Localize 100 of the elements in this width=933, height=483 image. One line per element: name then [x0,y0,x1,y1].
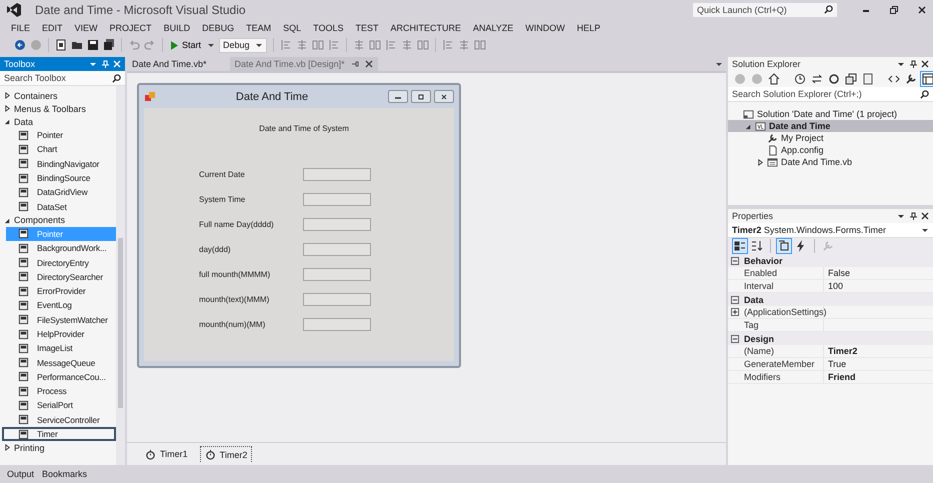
menu-item[interactable]: BUILD [164,22,190,32]
dropdown-icon[interactable] [207,41,216,49]
start-button[interactable]: Start [169,40,204,50]
collapsed-icon[interactable] [756,158,764,166]
toolbox-group[interactable]: Data [0,115,116,128]
menu-item[interactable]: TOOLS [313,22,344,32]
component-tray-item[interactable]: Timer2 [200,446,252,462]
configuration-dropdown[interactable]: Debug [219,38,268,52]
maximize-button[interactable] [411,90,431,103]
property-value[interactable]: True [823,358,933,371]
text-field[interactable] [303,242,371,256]
close-icon[interactable] [364,60,373,68]
toolbox-item[interactable]: ServiceController [6,412,116,427]
menu-item[interactable]: EDIT [42,22,63,32]
tree-item[interactable]: Date And Time.vb [728,156,933,168]
property-value[interactable]: Friend [823,371,933,384]
toolbox-item[interactable]: BindingSource [6,170,116,186]
save-icon[interactable] [87,39,99,51]
menu-item[interactable]: DEBUG [202,22,234,32]
restore-icon[interactable] [889,4,899,14]
menu-item[interactable]: WINDOW [525,22,565,32]
toolbox-group[interactable]: Components [0,214,116,227]
toolbox-item[interactable]: HelpProvider [6,326,116,342]
document-icon[interactable] [862,73,874,85]
categorized-icon[interactable] [734,240,746,252]
tree-item[interactable]: Date and Time [728,120,933,132]
dropdown-icon[interactable] [897,60,905,68]
menu-item[interactable]: TEAM [246,22,272,32]
view-icon[interactable] [922,73,933,85]
code-icon[interactable] [888,73,900,85]
sync-icon[interactable] [811,73,823,85]
property-category[interactable]: Behavior [728,254,933,267]
text-field[interactable] [303,292,371,306]
tree-item[interactable]: Solution 'Date and Time' (1 project) [728,108,933,120]
toolbox-item[interactable]: DataGridView [6,185,116,200]
component-tray-item[interactable]: Timer1 [141,446,192,462]
toolbox-group[interactable]: Printing [0,441,116,454]
toolbox-item[interactable]: DataSet [6,199,116,214]
toolbox-group[interactable]: Menus & Toolbars [0,102,116,115]
toolbox-item[interactable]: ErrorProvider [6,284,116,298]
quick-launch-field[interactable]: Quick Launch (Ctrl+Q) [693,2,837,16]
toolbox-item[interactable]: PerformanceCou... [6,370,116,384]
clock-icon[interactable] [794,73,806,85]
search-input[interactable]: Search Solution Explorer (Ctrl+;) [732,89,920,99]
toolbox-item[interactable]: BindingNavigator [6,156,116,171]
toolbox-item[interactable]: FileSystemWatcher [6,312,116,327]
text-field[interactable] [303,168,371,180]
menu-item[interactable]: SQL [283,22,302,32]
search-field[interactable]: Search Toolbox [0,71,125,86]
close-icon[interactable] [917,4,927,14]
search-icon[interactable] [824,5,833,14]
toolbox-item[interactable]: Chart [6,142,116,157]
property-category[interactable]: Design [728,332,933,345]
scrollbar[interactable] [116,86,125,465]
text-field[interactable] [303,218,371,230]
menu-item[interactable]: ARCHITECTURE [390,22,462,32]
search-input[interactable]: Search Toolbox [4,73,112,83]
expand-icon[interactable] [731,308,739,316]
toolbox-group[interactable]: Containers [0,89,116,102]
text-field[interactable] [303,192,371,206]
menu-item[interactable]: ANALYZE [473,22,514,32]
text-field[interactable] [303,268,371,280]
toolbox-item[interactable]: Pointer [6,128,116,142]
search-field[interactable]: Search Solution Explorer (Ctrl+;) [728,87,933,102]
close-button[interactable] [434,90,454,103]
pin-icon[interactable] [909,60,917,68]
minimize-button[interactable] [388,90,408,103]
dropdown-icon[interactable] [715,60,723,68]
menu-item[interactable]: HELP [576,22,600,32]
close-icon[interactable] [921,60,929,68]
panel-tab[interactable]: Bookmarks [42,469,88,479]
toolbox-item[interactable]: BackgroundWork... [6,241,116,256]
object-dropdown[interactable]: Timer2 System.Windows.Forms.Timer [728,223,933,238]
expanded-icon[interactable] [744,122,752,130]
menu-item[interactable]: VIEW [74,22,98,32]
quick-launch-input[interactable]: Quick Launch (Ctrl+Q) [697,4,824,14]
save-all-icon[interactable] [103,39,115,51]
lightning-icon[interactable] [795,240,807,252]
toolbox-item[interactable]: ImageList [6,341,116,356]
menu-item[interactable]: PROJECT [110,22,152,32]
text-field[interactable] [303,318,371,330]
toolbox-item[interactable]: EventLog [6,298,116,313]
property-value[interactable]: False [823,267,933,280]
panel-tab[interactable]: Output [7,469,34,479]
open-folder-icon[interactable] [71,39,83,51]
toolbox-item[interactable]: DirectorySearcher [6,270,116,284]
toolbox-item[interactable]: SerialPort [6,398,116,413]
form-window[interactable]: Date And Time Date and Time of System Current Date System Time Full name Day(dddd) day(ddd) full mounth(MMMM) mounth(text)(MMM) mounth(num)(MM) [137,83,461,368]
close-icon[interactable] [921,212,929,220]
property-category[interactable]: Data [728,293,933,306]
home-icon[interactable] [768,73,780,85]
wrench-icon[interactable] [905,73,917,85]
search-icon[interactable] [920,90,929,98]
toolbox-item[interactable]: MessageQueue [6,355,116,370]
menu-item[interactable]: FILE [11,22,30,32]
toolbox-item[interactable]: Process [6,384,116,398]
pin-icon[interactable] [909,212,917,220]
toolbox-item[interactable]: DirectoryEntry [6,255,116,270]
tree-item[interactable]: App.config [728,144,933,156]
search-icon[interactable] [112,74,121,82]
